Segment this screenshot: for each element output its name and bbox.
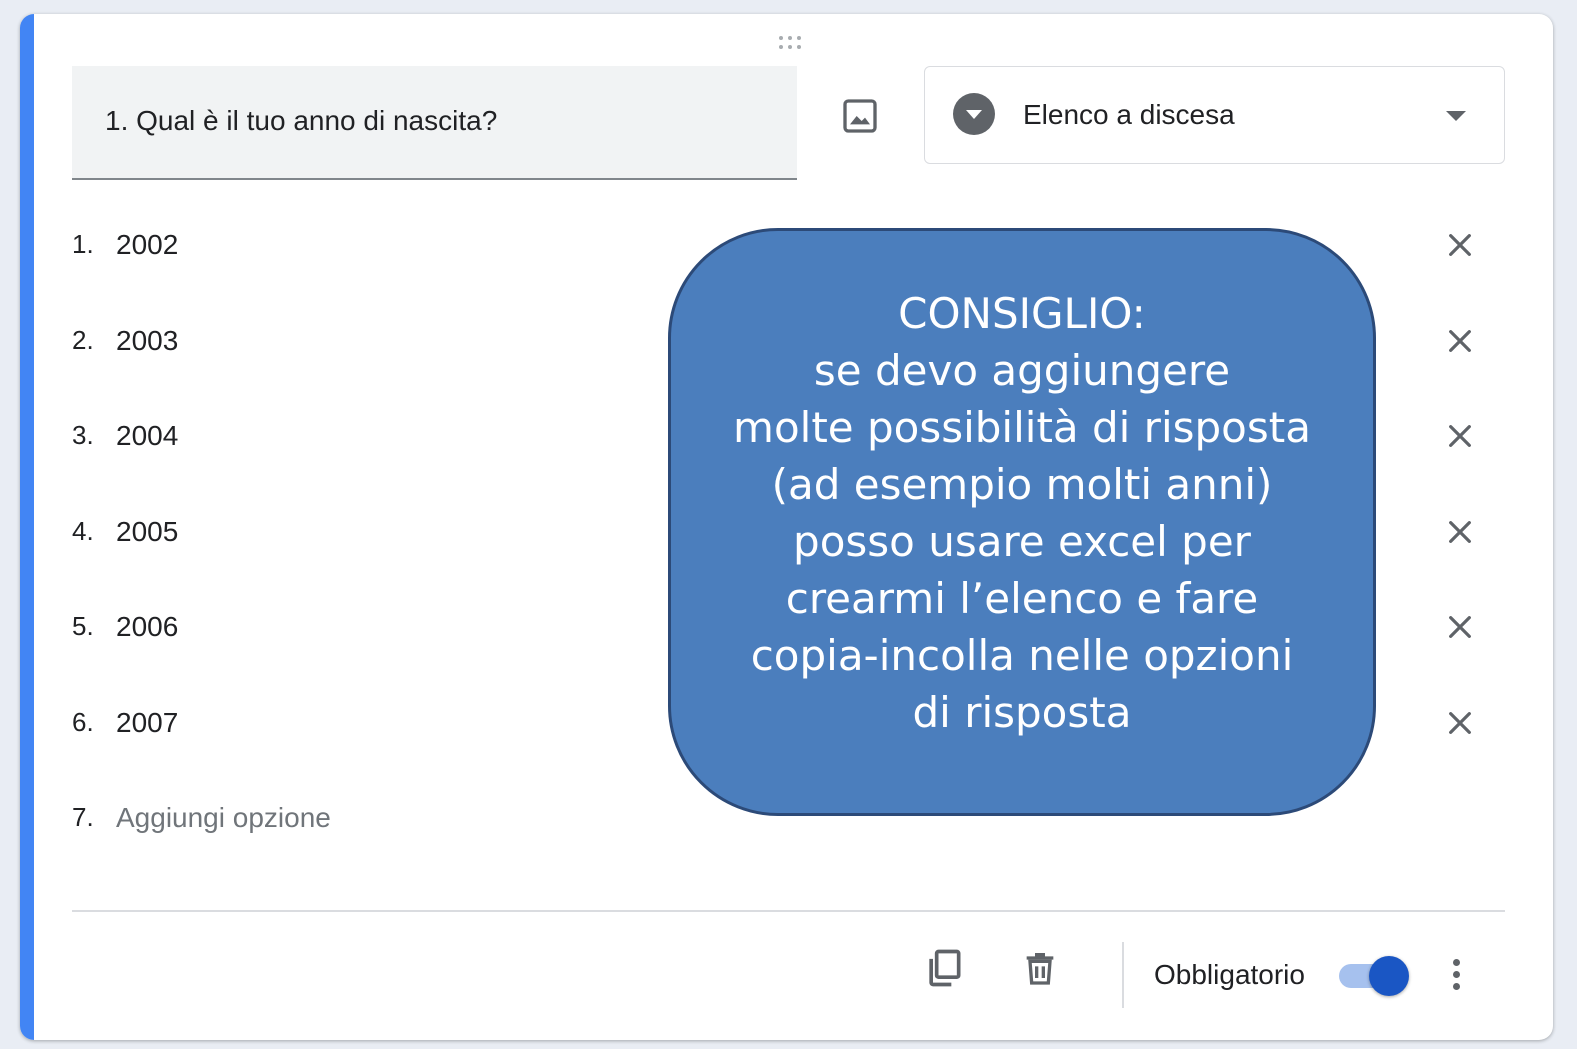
option-label-input[interactable]: 2007 (116, 707, 178, 739)
option-label-input[interactable]: 2002 (116, 229, 178, 261)
close-icon (1449, 712, 1471, 734)
add-option-input[interactable]: Aggiungi opzione (116, 802, 331, 834)
option-number: 2. (72, 324, 94, 355)
question-type-dropdown[interactable]: Elenco a discesa (924, 66, 1505, 164)
remove-option-button[interactable] (1436, 221, 1484, 269)
trash-icon (1026, 953, 1054, 985)
drag-handle-icon[interactable] (774, 32, 806, 52)
required-toggle[interactable] (1333, 954, 1411, 998)
remove-option-button[interactable] (1436, 699, 1484, 747)
option-label-input[interactable]: 2005 (116, 516, 178, 548)
delete-button[interactable] (1014, 942, 1066, 994)
remove-option-button[interactable] (1436, 317, 1484, 365)
close-icon (1449, 234, 1471, 256)
close-icon (1449, 520, 1471, 543)
option-label-input[interactable]: 2004 (116, 420, 178, 452)
more-vert-icon (1452, 958, 1460, 966)
close-icon (1449, 329, 1471, 352)
remove-option-button[interactable] (1436, 508, 1484, 556)
option-number: 4. (72, 515, 94, 546)
add-image-button[interactable] (836, 92, 884, 140)
tip-callout: CONSIGLIO: se devo aggiungere molte poss… (668, 228, 1376, 816)
option-number: 5. (72, 611, 94, 642)
duplicate-button[interactable] (918, 942, 970, 994)
option-label-input[interactable]: 2006 (116, 611, 178, 643)
question-type-label: Elenco a discesa (1023, 99, 1235, 130)
active-card-accent-bar (20, 14, 34, 1040)
close-icon (1449, 616, 1471, 639)
required-label: Obbligatorio (1154, 959, 1305, 990)
remove-option-button[interactable] (1436, 412, 1484, 460)
question-title-text: 1. Qual è il tuo anno di nascita? (105, 105, 498, 136)
option-number: 3. (72, 420, 94, 451)
tip-callout-text: CONSIGLIO: se devo aggiungere molte poss… (733, 289, 1311, 737)
close-icon (1449, 425, 1471, 448)
footer-divider (72, 910, 1505, 912)
option-number: 6. (72, 707, 94, 737)
copy-icon (929, 949, 961, 987)
toggle-knob (1369, 956, 1409, 996)
image-icon (843, 99, 877, 133)
remove-option-button[interactable] (1436, 603, 1484, 651)
option-number: 1. (72, 229, 94, 259)
option-label-input[interactable]: 2003 (116, 325, 178, 357)
footer-separator (1122, 942, 1124, 1008)
option-number: 7. (72, 802, 94, 832)
more-options-button[interactable] (1432, 944, 1480, 1004)
question-title-field[interactable]: 1. Qual è il tuo anno di nascita? (72, 66, 797, 180)
chevron-down-icon (1446, 111, 1466, 121)
dropdown-circle-icon (953, 93, 995, 135)
